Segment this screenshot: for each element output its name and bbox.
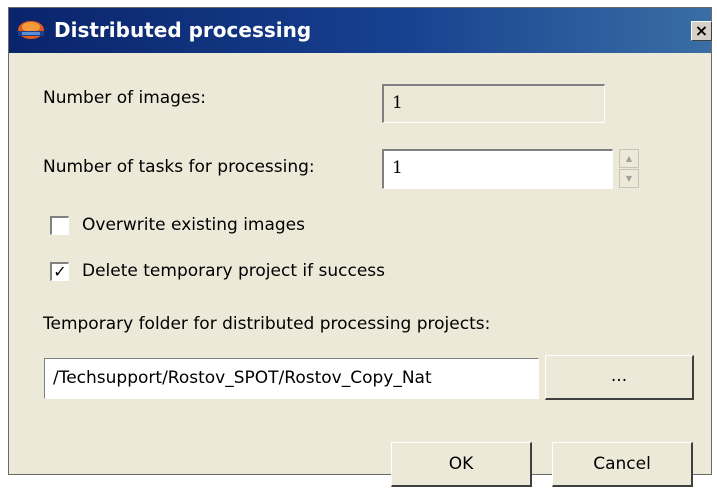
spin-down-icon: ▼ [625,174,633,183]
delete-temp-project-label[interactable]: Delete temporary project if success [82,261,385,281]
app-logo-icon [18,21,44,39]
cancel-button[interactable]: Cancel [552,442,693,487]
delete-temp-project-checkbox[interactable]: ✓ [50,262,69,281]
title-bar[interactable]: Distributed processing × [9,8,712,53]
spin-down-button[interactable]: ▼ [619,169,639,188]
distributed-processing-dialog: Distributed processing × Number of image… [8,7,712,487]
spin-up-button[interactable]: ▲ [619,149,639,168]
number-of-images-field: 1 [382,84,605,123]
checkmark-icon: ✓ [53,262,67,281]
temp-folder-label: Temporary folder for distributed process… [43,314,491,334]
temp-folder-path-input[interactable]: /Techsupport/Rostov_SPOT/Rostov_Copy_Nat [44,358,539,399]
browse-folder-button[interactable]: ... [545,355,694,400]
ok-button[interactable]: OK [391,442,532,487]
close-icon: × [694,21,709,40]
number-of-tasks-label: Number of tasks for processing: [43,157,315,177]
window-title: Distributed processing [54,18,312,42]
overwrite-images-label[interactable]: Overwrite existing images [82,215,305,235]
number-of-tasks-input[interactable]: 1 [382,149,613,189]
spin-up-icon: ▲ [625,154,633,163]
number-of-images-label: Number of images: [43,88,207,108]
close-button[interactable]: × [691,21,712,41]
overwrite-images-checkbox[interactable] [50,216,69,235]
